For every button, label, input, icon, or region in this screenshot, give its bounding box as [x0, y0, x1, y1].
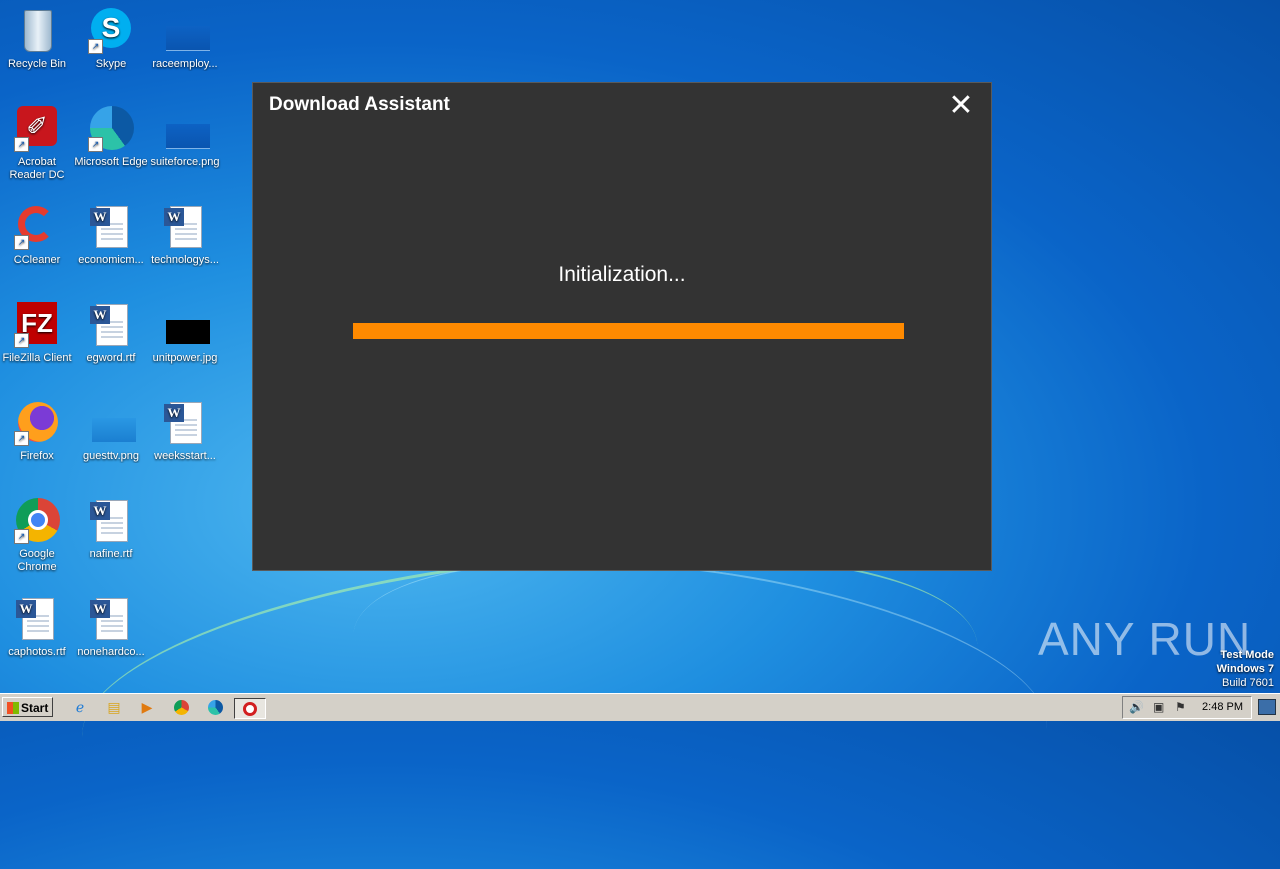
desktop-icon-firefox[interactable]: ↗ Firefox: [0, 400, 74, 463]
download-assistant-dialog: Download Assistant ✕ Initialization...: [252, 82, 992, 571]
taskbar: Start ℯ ▤ ▶ 🔊 ▣ ⚑ 2:48 PM: [0, 693, 1280, 721]
word-document-icon: W: [88, 302, 134, 348]
desktop-icon-nafine[interactable]: W nafine.rtf: [74, 498, 148, 561]
icon-label: Recycle Bin: [7, 58, 67, 70]
icon-label: guesttv.png: [82, 450, 140, 462]
internet-explorer-icon[interactable]: ℯ: [70, 698, 90, 717]
desktop-icon-nonehardco[interactable]: W nonehardco...: [74, 596, 148, 659]
icon-label: Skype: [95, 58, 127, 70]
dialog-title: Download Assistant: [269, 94, 450, 115]
icon-label: Google Chrome: [17, 548, 57, 573]
icon-label: Acrobat Reader DC: [9, 156, 65, 181]
start-button[interactable]: Start: [2, 697, 53, 717]
icon-label: weeksstart...: [154, 450, 216, 462]
icon-label: egword.rtf: [86, 352, 136, 364]
download-assistant-task-button[interactable]: [234, 698, 266, 719]
icon-label: CCleaner: [13, 254, 61, 266]
icon-label: nonehardco...: [77, 646, 145, 658]
desktop-icon-filezilla[interactable]: FZ ↗ FileZilla Client: [0, 302, 74, 365]
word-document-icon: W: [88, 204, 134, 250]
word-document-icon: W: [88, 498, 134, 544]
desktop-icon-guesttv[interactable]: guesttv.png: [74, 400, 148, 463]
watermark-line: Windows 7: [1216, 663, 1274, 675]
icon-label: FileZilla Client: [2, 352, 72, 364]
ccleaner-icon: ↗: [14, 204, 60, 250]
desktop-icon-chrome[interactable]: ↗ Google Chrome: [0, 498, 74, 574]
image-file-icon: [162, 302, 210, 348]
clock[interactable]: 2:48 PM: [1202, 701, 1243, 713]
desktop-icon-caphotos[interactable]: W caphotos.rtf: [0, 596, 74, 659]
icon-label: suiteforce.png: [150, 156, 220, 168]
desktop-icon-egword[interactable]: W egword.rtf: [74, 302, 148, 365]
test-mode-watermark: Test Mode Windows 7 Build 7601: [1217, 648, 1274, 690]
desktop-icon-edge[interactable]: ↗ Microsoft Edge: [74, 106, 148, 169]
watermark-line: Test Mode: [1220, 649, 1274, 661]
desktop-icon-recycle-bin[interactable]: Recycle Bin: [0, 8, 74, 71]
watermark-line: Build 7601: [1222, 677, 1274, 689]
desktop-icon-weeksstart[interactable]: W weeksstart...: [148, 400, 222, 463]
icon-label: caphotos.rtf: [8, 646, 66, 658]
icon-label: nafine.rtf: [89, 548, 133, 560]
desktop-icon-skype[interactable]: S ↗ Skype: [74, 8, 148, 71]
desktop-icon-suiteforce[interactable]: suiteforce.png: [148, 106, 222, 169]
word-document-icon: W: [162, 204, 208, 250]
chrome-icon[interactable]: [171, 698, 191, 717]
edge-icon: ↗: [88, 106, 134, 152]
desktop-icon-raceemploy[interactable]: raceemploy...: [148, 8, 222, 71]
media-player-icon[interactable]: ▶: [137, 698, 157, 717]
icon-label: technologys...: [151, 254, 219, 266]
desktop-icon-technologys[interactable]: W technologys...: [148, 204, 222, 267]
word-document-icon: W: [88, 596, 134, 642]
chrome-icon: ↗: [14, 498, 60, 544]
system-tray: 🔊 ▣ ⚑ 2:48 PM: [1122, 696, 1252, 719]
windows-logo-icon: [7, 702, 19, 714]
flag-icon[interactable]: ⚑: [1175, 700, 1186, 714]
desktop-icon-unitpower[interactable]: unitpower.jpg: [148, 302, 222, 365]
close-icon[interactable]: ✕: [947, 91, 975, 121]
image-file-icon: [88, 400, 136, 446]
image-file-icon: [162, 8, 210, 54]
icon-label: Microsoft Edge: [74, 156, 148, 168]
speaker-icon[interactable]: 🔊: [1129, 700, 1144, 714]
recycle-bin-icon: [14, 8, 60, 54]
folder-icon[interactable]: ▤: [104, 698, 124, 717]
network-icon[interactable]: ▣: [1153, 700, 1164, 714]
desktop-icon-economicm[interactable]: W economicm...: [74, 204, 148, 267]
image-file-icon: [162, 106, 210, 152]
progress-bar: [353, 323, 904, 339]
edge-icon[interactable]: [205, 698, 225, 717]
progress-fill: [353, 323, 904, 339]
desktop-icon-acrobat[interactable]: ✐ ↗ Acrobat Reader DC: [0, 106, 74, 182]
icon-label: raceemploy...: [152, 58, 218, 70]
acrobat-icon: ✐ ↗: [14, 106, 60, 152]
word-document-icon: W: [162, 400, 208, 446]
skype-icon: S ↗: [88, 8, 134, 54]
start-label: Start: [21, 701, 49, 715]
word-document-icon: W: [14, 596, 60, 642]
filezilla-icon: FZ ↗: [14, 302, 60, 348]
show-desktop-icon[interactable]: [1258, 699, 1276, 715]
icon-label: economicm...: [78, 254, 144, 266]
status-text: Initialization...: [558, 263, 686, 286]
desktop-icon-ccleaner[interactable]: ↗ CCleaner: [0, 204, 74, 267]
icon-label: Firefox: [20, 450, 54, 462]
firefox-icon: ↗: [14, 400, 60, 446]
icon-label: unitpower.jpg: [152, 352, 218, 364]
